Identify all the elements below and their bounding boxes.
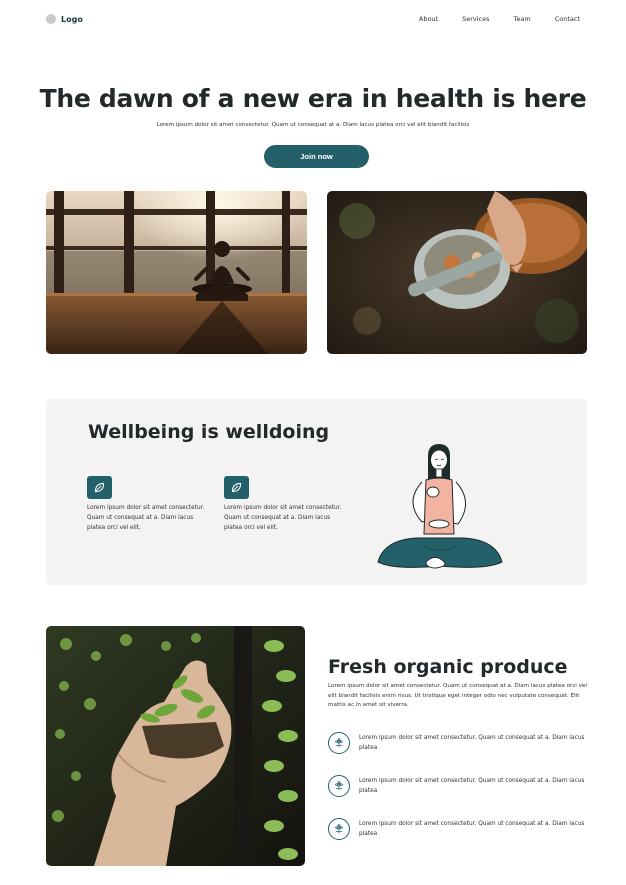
leaf-icon bbox=[87, 476, 112, 499]
feature-text: Lorem ipsum dolor sit amet consectetur. … bbox=[224, 505, 342, 531]
nav-link-about[interactable]: About bbox=[419, 15, 438, 23]
nav-link-team[interactable]: Team bbox=[514, 15, 531, 23]
top-nav: Logo About Services Team Contact bbox=[46, 10, 580, 28]
nav-link-services[interactable]: Services bbox=[462, 15, 489, 23]
nav-links: About Services Team Contact bbox=[419, 15, 580, 23]
wellbeing-feature: Lorem ipsum dolor sit amet consectetur. … bbox=[224, 476, 344, 533]
meditation-photo bbox=[46, 191, 307, 354]
mortar-pestle-photo bbox=[327, 191, 587, 354]
leaf-icon bbox=[224, 476, 249, 499]
produce-item: Lorem ipsum dolor sit amet consectetur. … bbox=[328, 732, 587, 754]
logo[interactable]: Logo bbox=[46, 14, 83, 24]
flower-icon bbox=[328, 818, 350, 840]
wellbeing-title: Wellbeing is welldoing bbox=[88, 421, 330, 443]
hero-subtitle: Lorem ipsum dolor sit amet consectetur. … bbox=[156, 122, 470, 128]
nav-link-contact[interactable]: Contact bbox=[555, 15, 580, 23]
produce-item-text: Lorem ipsum dolor sit amet consectetur. … bbox=[359, 778, 585, 794]
produce-item-text: Lorem ipsum dolor sit amet consectetur. … bbox=[359, 821, 585, 837]
feature-text: Lorem ipsum dolor sit amet consectetur. … bbox=[87, 505, 205, 531]
fresh-title: Fresh organic produce bbox=[328, 656, 568, 678]
logo-text: Logo bbox=[61, 14, 83, 24]
wellbeing-card: Wellbeing is welldoing Lorem ipsum dolor… bbox=[46, 399, 587, 585]
seedlings-photo bbox=[46, 626, 305, 866]
meditating-woman-illustration bbox=[376, 442, 506, 574]
produce-item: Lorem ipsum dolor sit amet consectetur. … bbox=[328, 818, 587, 840]
produce-item-text: Lorem ipsum dolor sit amet consectetur. … bbox=[359, 735, 585, 751]
produce-item: Lorem ipsum dolor sit amet consectetur. … bbox=[328, 775, 587, 797]
hero-title: The dawn of a new era in health is here bbox=[39, 84, 587, 113]
flower-icon bbox=[328, 775, 350, 797]
logo-mark bbox=[46, 14, 56, 24]
join-now-button[interactable]: Join now bbox=[264, 145, 369, 168]
flower-icon bbox=[328, 732, 350, 754]
fresh-description: Lorem ipsum dolor sit amet consectetur. … bbox=[328, 683, 587, 709]
wellbeing-feature: Lorem ipsum dolor sit amet consectetur. … bbox=[87, 476, 207, 533]
